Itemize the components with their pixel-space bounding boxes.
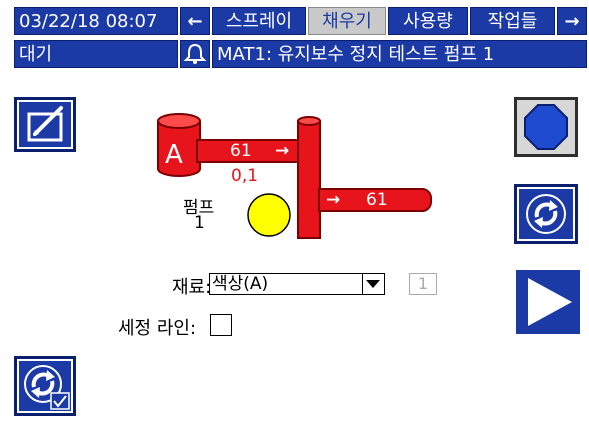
edit-button[interactable] <box>14 97 76 152</box>
top-bar: 03/22/18 08:07 ← 스프레이 채우기 사용량 작업들 → <box>0 7 589 35</box>
status-text: 대기 <box>14 40 178 68</box>
tab-next-arrow[interactable]: → <box>557 7 587 35</box>
vertical-pipe <box>297 116 321 239</box>
inlet-flow-value: 61 <box>230 141 252 161</box>
inlet-pressure: 0,1 <box>231 166 259 186</box>
set-line-checkbox[interactable] <box>210 314 232 336</box>
outlet-flow-value: 61 <box>366 190 388 210</box>
tab-prev-arrow[interactable]: ← <box>180 7 210 35</box>
tab-usage[interactable]: 사용량 <box>388 7 468 35</box>
tab-spray[interactable]: 스프레이 <box>212 7 306 35</box>
cycle-arrows-icon <box>526 194 566 234</box>
cycle-check-button[interactable] <box>14 356 76 416</box>
cycle-button[interactable] <box>514 184 578 244</box>
inlet-flow-arrow: → <box>275 141 290 161</box>
stop-button[interactable] <box>514 97 578 157</box>
alarm-bell-button[interactable] <box>180 40 210 68</box>
pump-circle <box>247 193 291 237</box>
chevron-down-icon <box>366 280 380 288</box>
tank-letter: A <box>165 140 183 170</box>
tab-fill[interactable]: 채우기 <box>308 7 386 35</box>
material-label: 재료: <box>172 277 212 298</box>
tab-jobs[interactable]: 작업들 <box>470 7 555 35</box>
stop-octagon-icon <box>524 104 568 150</box>
play-icon <box>528 278 572 326</box>
datetime: 03/22/18 08:07 <box>14 7 178 35</box>
edit-icon <box>27 106 63 142</box>
status-bar: 대기 MAT1: 유지보수 정지 테스트 펌프 1 <box>0 40 589 68</box>
cycle-check-icon <box>24 365 70 410</box>
play-button[interactable] <box>516 270 580 334</box>
alarm-message: MAT1: 유지보수 정지 테스트 펌프 1 <box>212 40 587 68</box>
set-line-label: 세정 라인: <box>118 318 197 339</box>
material-select-value: 색상(A) <box>212 274 269 294</box>
material-dropdown-button[interactable] <box>362 274 384 294</box>
material-select[interactable]: 색상(A) <box>209 273 385 295</box>
pump-number: 1 <box>194 213 205 233</box>
bell-icon <box>183 43 207 64</box>
outlet-flow-arrow: → <box>326 190 341 210</box>
material-number-field: 1 <box>409 273 437 295</box>
